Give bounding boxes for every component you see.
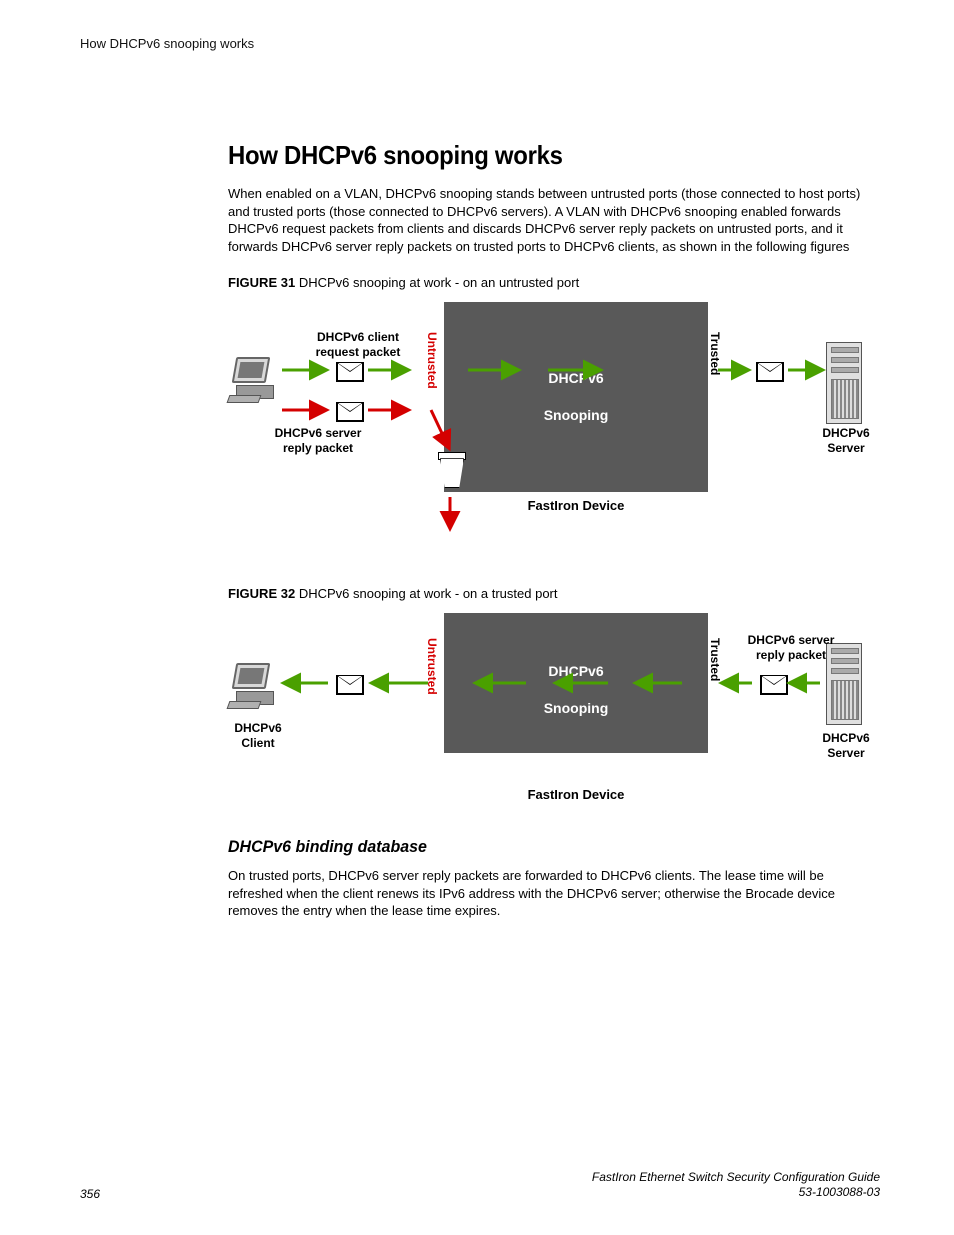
running-header: How DHCPv6 snooping works (80, 36, 254, 51)
box-line-1: DHCPv6 (548, 370, 603, 386)
client-pc-icon (228, 663, 278, 713)
server-label: DHCPv6Server (816, 731, 876, 760)
trusted-label: Trusted (708, 638, 722, 681)
packet-icon (756, 362, 784, 382)
figure31-caption: FIGURE 31 DHCPv6 snooping at work - on a… (228, 275, 880, 290)
page-footer: 356 FastIron Ethernet Switch Security Co… (80, 1170, 880, 1201)
page-number: 356 (80, 1187, 100, 1201)
server-reply-label: DHCPv6 serverreply packet (736, 633, 846, 662)
client-request-label: DHCPv6 clientrequest packet (298, 330, 418, 359)
figure31: Untrusted Trusted DHCPv6 Snooping FastIr… (228, 302, 868, 562)
client-label: DHCPv6Client (228, 721, 288, 750)
figure32: Untrusted Trusted DHCPv6 Snooping FastIr… (228, 613, 868, 813)
intro-paragraph: When enabled on a VLAN, DHCPv6 snooping … (228, 185, 880, 255)
footer-doc-id: 53-1003088-03 (592, 1185, 880, 1201)
trash-icon (438, 452, 464, 488)
figure31-number: FIGURE 31 (228, 275, 295, 290)
page: How DHCPv6 snooping works How DHCPv6 sno… (0, 0, 954, 1235)
packet-icon (336, 402, 364, 422)
subsection-body: On trusted ports, DHCPv6 server reply pa… (228, 867, 880, 920)
figure32-caption: FIGURE 32 DHCPv6 snooping at work - on a… (228, 586, 880, 601)
section-title: How DHCPv6 snooping works (228, 140, 828, 171)
main-content: How DHCPv6 snooping works When enabled o… (228, 140, 880, 940)
subsection-title: DHCPv6 binding database (228, 837, 841, 857)
packet-icon (760, 675, 788, 695)
box-line-2: Snooping (544, 700, 609, 716)
footer-guide-title: FastIron Ethernet Switch Security Config… (592, 1170, 880, 1186)
fastiron-caption: FastIron Device (444, 498, 708, 513)
server-label: DHCPv6Server (816, 426, 876, 455)
packet-icon (336, 675, 364, 695)
box-line-1: DHCPv6 (548, 663, 603, 679)
box-line-2: Snooping (544, 407, 609, 423)
client-pc-icon (228, 357, 278, 407)
figure32-caption-text: DHCPv6 snooping at work - on a trusted p… (299, 586, 558, 601)
untrusted-label: Untrusted (425, 638, 439, 695)
server-icon (826, 342, 862, 424)
figure32-number: FIGURE 32 (228, 586, 295, 601)
device-box-text: DHCPv6 Snooping (444, 360, 708, 433)
server-reply-label: DHCPv6 serverreply packet (258, 426, 378, 455)
trusted-label: Trusted (708, 332, 722, 375)
figure31-caption-text: DHCPv6 snooping at work - on an untruste… (299, 275, 579, 290)
packet-icon (336, 362, 364, 382)
fastiron-caption: FastIron Device (444, 787, 708, 802)
device-box-text: DHCPv6 Snooping (444, 653, 708, 726)
untrusted-label: Untrusted (425, 332, 439, 389)
